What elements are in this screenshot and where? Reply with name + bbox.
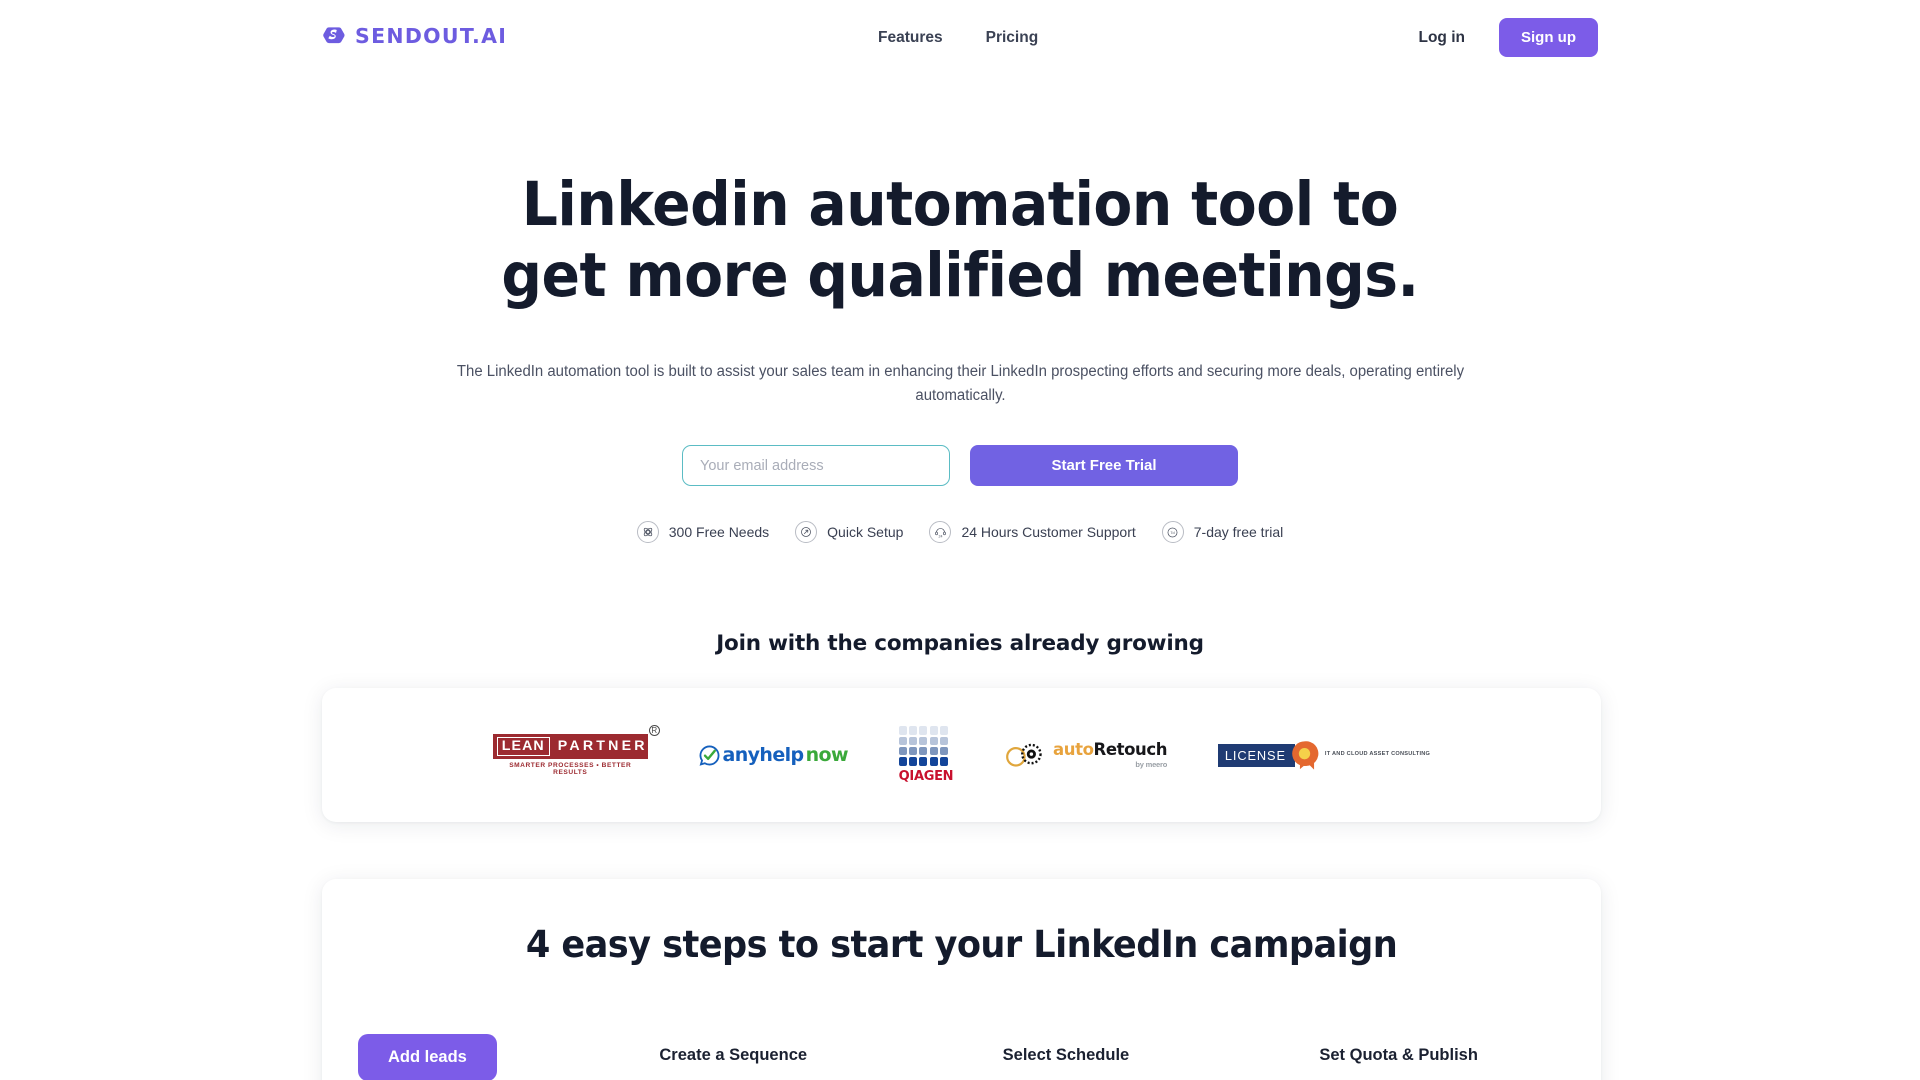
sendout-logo-icon: [323, 27, 345, 44]
cursor-circle-icon: [795, 521, 818, 544]
badge-quick-setup: Quick Setup: [795, 521, 904, 544]
company-logo-autoretouch: autoRetouch by meero: [1004, 740, 1168, 769]
steps-tablist: Add leads Create a Sequence Select Sched…: [358, 1026, 1565, 1080]
lean-partner-lean-text: LEAN: [496, 736, 550, 757]
nav-link-pricing[interactable]: Pricing: [986, 29, 1039, 47]
atom-icon: [636, 521, 659, 544]
header-actions: Log in Sign up: [1419, 18, 1598, 57]
badge-customer-support: 24 24 Hours Customer Support: [929, 521, 1136, 544]
hero-subtitle: The LinkedIn automation tool is built to…: [456, 362, 1464, 405]
hero-section: Linkedin automation tool to get more qua…: [0, 169, 1920, 544]
badge-label: 24 Hours Customer Support: [961, 524, 1136, 541]
badge-free-trial: 7d 7-day free trial: [1161, 521, 1284, 544]
brand-logo[interactable]: SENDOUT.AI: [321, 23, 507, 48]
hero-badges: 300 Free Needs Quick Setup 24 24 Hours C…: [0, 521, 1920, 544]
login-link[interactable]: Log in: [1419, 29, 1466, 47]
email-input[interactable]: [682, 445, 950, 487]
registered-trademark-icon: R: [648, 725, 660, 736]
licenseq-q-icon: [1292, 740, 1319, 770]
start-free-trial-button[interactable]: Start Free Trial: [970, 445, 1238, 487]
company-logo-licenseq: LICENSE IT AND CLOUD ASSET CONSULTING: [1217, 740, 1431, 771]
primary-nav: Features Pricing: [878, 29, 1038, 47]
step-tab-select-schedule[interactable]: Select Schedule: [900, 1046, 1233, 1080]
qiagen-wordmark: QIAGEN: [898, 768, 954, 784]
badge-label: Quick Setup: [827, 524, 904, 541]
svg-text:7d: 7d: [1171, 531, 1175, 535]
company-logo-lean-partner: LEAN PARTNER R SMARTER PROCESSES • BETTE…: [492, 725, 660, 776]
autoretouch-auto-text: auto: [1053, 740, 1094, 759]
landing-page: SENDOUT.AI Features Pricing Log in Sign …: [0, 0, 1920, 1080]
company-logos-card: LEAN PARTNER R SMARTER PROCESSES • BETTE…: [322, 688, 1601, 822]
badge-label: 300 Free Needs: [668, 524, 770, 541]
support-24-icon: 24: [929, 521, 952, 544]
badge-free-needs: 300 Free Needs: [636, 521, 770, 544]
company-logo-qiagen: QIAGEN: [898, 726, 954, 784]
site-header: SENDOUT.AI Features Pricing Log in Sign …: [0, 0, 1920, 78]
badge-label: 7-day free trial: [1193, 524, 1284, 541]
anyhelpnow-check-icon: [699, 745, 719, 766]
lean-partner-partner-text: PARTNER: [557, 738, 648, 755]
svg-text:24: 24: [938, 535, 942, 539]
company-logo-anyhelpnow: anyhelp now: [699, 744, 849, 766]
page-title: Linkedin automation tool to get more qua…: [501, 169, 1419, 311]
step-tab-create-sequence[interactable]: Create a Sequence: [567, 1046, 900, 1080]
companies-heading: Join with the companies already growing: [716, 631, 1204, 656]
trial-circle-icon: 7d: [1161, 521, 1184, 544]
qiagen-dot-grid: [898, 726, 954, 766]
steps-card: 4 easy steps to start your LinkedIn camp…: [322, 879, 1601, 1080]
anyhelpnow-primary-text: anyhelp: [722, 744, 805, 766]
anyhelpnow-secondary-text: now: [805, 744, 849, 766]
autoretouch-retouch-text: Retouch: [1093, 740, 1168, 759]
licenseq-license-text: LICENSE: [1217, 743, 1295, 767]
hero-signup-form: Start Free Trial: [0, 445, 1920, 487]
lean-partner-tagline: SMARTER PROCESSES • BETTER RESULTS: [509, 762, 632, 776]
licenseq-tagline: IT AND CLOUD ASSET CONSULTING: [1324, 751, 1431, 758]
nav-link-features[interactable]: Features: [878, 29, 943, 47]
step-tab-set-quota-publish[interactable]: Set Quota & Publish: [1232, 1046, 1565, 1080]
brand-logo-text: SENDOUT.AI: [355, 23, 508, 48]
signup-button[interactable]: Sign up: [1499, 18, 1598, 57]
steps-title: 4 easy steps to start your LinkedIn camp…: [525, 923, 1398, 966]
step-tab-add-leads[interactable]: Add leads: [358, 1034, 497, 1080]
autoretouch-mark-icon: [1006, 743, 1042, 767]
autoretouch-tagline: by meero: [1135, 759, 1168, 769]
